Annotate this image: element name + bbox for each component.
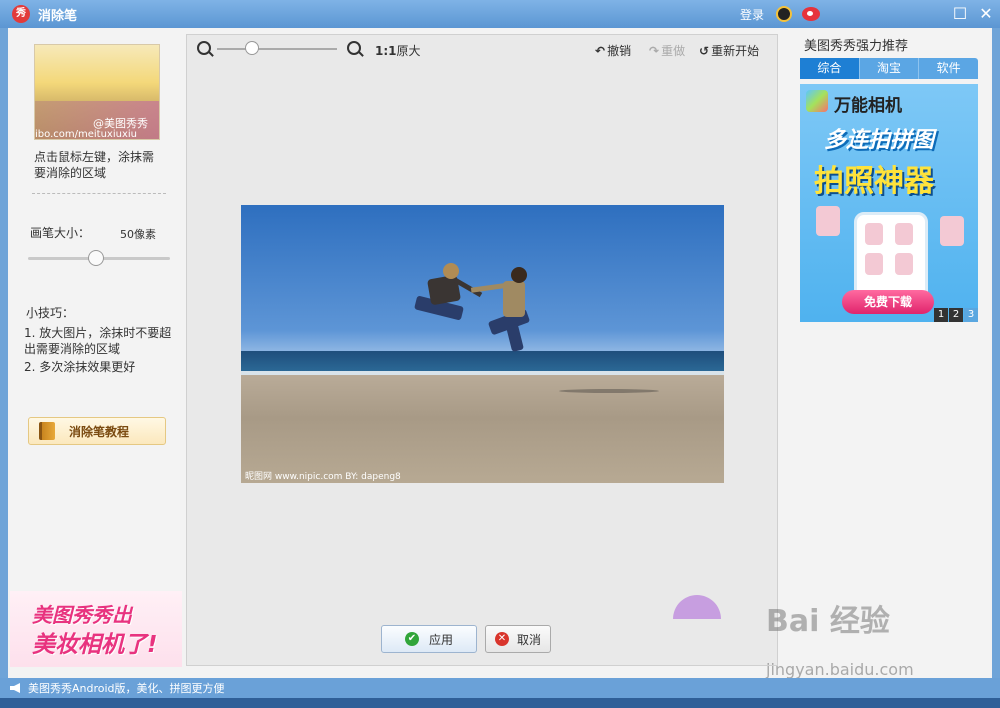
actual-size-button[interactable]: 1:1原大 (375, 42, 421, 59)
baidu-watermark-url: jingyan.baidu.com (766, 660, 914, 679)
window-title: 消除笔 (38, 8, 78, 24)
tab-taobao[interactable]: 淘宝 (860, 58, 920, 79)
brush-size-value: 50像素 (120, 228, 156, 241)
restart-icon: ↺ (699, 44, 710, 58)
ad-photo (816, 206, 840, 236)
tab-software[interactable]: 软件 (919, 58, 978, 79)
recommend-title: 美图秀秀强力推荐 (804, 39, 909, 54)
ad-page-3[interactable]: 3 (964, 308, 978, 322)
brush-cursor (673, 595, 721, 619)
redo-icon: ↷ (649, 44, 660, 58)
jumping-person-2 (469, 267, 549, 357)
title-bar: 秀 消除笔 登录 ☐ ✕ (0, 0, 1000, 28)
recommend-tabs: 综合 淘宝 软件 (800, 58, 978, 79)
thumbnail-url: ibo.com/meituxiuxiu (35, 129, 137, 140)
ad-photo (940, 216, 964, 246)
tip-item: 2. 多次涂抹效果更好 (24, 360, 136, 374)
ad-banner[interactable]: 万能相机 多连拍拼图 拍照神器 免费下载 1 2 3 (800, 84, 978, 322)
redo-label: 重做 (661, 44, 686, 58)
zoom-out-icon[interactable] (197, 41, 211, 55)
canvas-area[interactable]: 1:1原大 ↶ 撤销 ↷ 重做 ↺ 重新开始 昵图网 www.nipic.com BY… (186, 34, 778, 666)
free-download-button[interactable]: 免费下载 (842, 290, 934, 314)
tip-item: 1. 放大图片，涂抹时不要超出需要消除的区域 (24, 326, 172, 356)
promo-line-1: 美图秀秀出 (32, 603, 132, 627)
right-panel: 美图秀秀强力推荐 综合 淘宝 软件 万能相机 多连拍拼图 拍照神器 免费下载 1… (782, 28, 992, 678)
restart-button[interactable]: ↺ 重新开始 (699, 42, 759, 59)
close-button[interactable]: ✕ (974, 2, 998, 26)
undo-button[interactable]: ↶ 撤销 (595, 42, 631, 59)
instruction-text: 点击鼠标左键，涂抹需要消除的区域 (34, 150, 155, 180)
taskbar (0, 698, 1000, 708)
baidu-watermark: Bai 经验 (766, 604, 890, 639)
brush-size-slider-handle[interactable] (88, 250, 104, 266)
zoom-slider-track[interactable] (217, 48, 337, 50)
app-logo-icon: 秀 (12, 5, 30, 23)
ad-slogan-1: 多连拍拼图 (824, 128, 935, 153)
editing-photo[interactable]: 昵图网 www.nipic.com BY: dapeng8 (241, 205, 724, 483)
brush-size-label: 画笔大小： (30, 226, 91, 240)
preview-thumbnail: @美图秀秀 ibo.com/meituxiuxiu (34, 44, 160, 140)
login-link[interactable]: 登录 (740, 6, 764, 23)
apply-button[interactable]: ✔ 应用 (381, 625, 477, 653)
restart-label: 重新开始 (711, 44, 760, 58)
actual-size-prefix: 1:1 (375, 44, 397, 58)
camera-app-icon (806, 90, 828, 112)
undo-label: 撤销 (607, 44, 632, 58)
ad-page-2[interactable]: 2 (949, 308, 963, 322)
apply-label: 应用 (428, 632, 453, 647)
tips-title: 小技巧： (26, 306, 75, 320)
speaker-icon[interactable] (10, 683, 20, 693)
promo-banner[interactable]: 美图秀秀出 美妆相机了! (10, 591, 182, 667)
ad-page-1[interactable]: 1 (934, 308, 948, 322)
left-panel: @美图秀秀 ibo.com/meituxiuxiu 点击鼠标左键，涂抹需要消除的… (8, 28, 184, 678)
zoom-in-icon[interactable] (347, 41, 361, 55)
photo-shadow (559, 389, 659, 393)
promo-line-2: 美妆相机了! (32, 632, 158, 658)
ad-slogan-2: 拍照神器 (814, 164, 934, 199)
divider (32, 193, 166, 194)
ad-title: 万能相机 (834, 96, 902, 116)
cancel-label: 取消 (516, 632, 541, 647)
redo-button[interactable]: ↷ 重做 (649, 42, 685, 59)
book-icon (39, 422, 55, 440)
maximize-button[interactable]: ☐ (948, 2, 972, 26)
undo-icon: ↶ (595, 44, 606, 58)
main-panel: @美图秀秀 ibo.com/meituxiuxiu 点击鼠标左键，涂抹需要消除的… (8, 28, 992, 678)
ad-pager: 1 2 3 (933, 308, 978, 322)
cancel-button[interactable]: ✕ 取消 (485, 625, 551, 653)
actual-size-label: 原大 (396, 44, 421, 58)
tab-general[interactable]: 综合 (800, 58, 860, 79)
canvas-toolbar: 1:1原大 ↶ 撤销 ↷ 重做 ↺ 重新开始 (187, 35, 777, 63)
check-icon: ✔ (404, 632, 419, 646)
zoom-slider-handle[interactable] (245, 41, 259, 55)
tutorial-button-label: 消除笔教程 (69, 424, 130, 439)
status-bar: 美图秀秀Android版，美化、拼图更方便 (0, 678, 1000, 698)
eraser-tutorial-button[interactable]: 消除笔教程 (28, 417, 166, 445)
cancel-icon: ✕ (494, 632, 509, 646)
qq-icon[interactable] (776, 6, 792, 22)
photo-watermark: 昵图网 www.nipic.com BY: dapeng8 (245, 472, 401, 482)
status-text[interactable]: 美图秀秀Android版，美化、拼图更方便 (28, 680, 225, 696)
weibo-icon[interactable] (802, 7, 820, 21)
